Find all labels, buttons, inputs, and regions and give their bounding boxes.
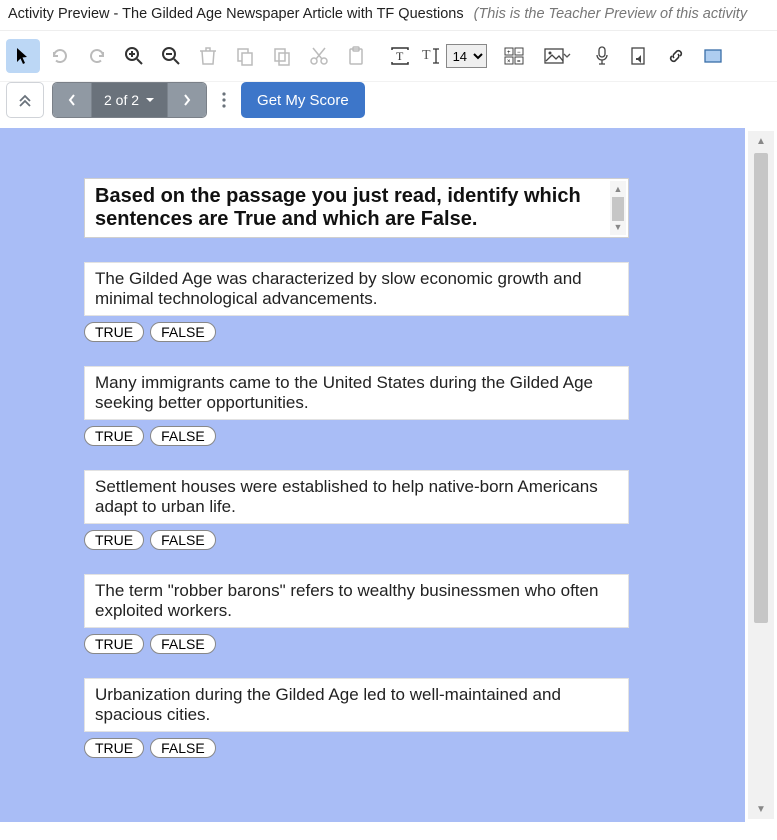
get-my-score-button[interactable]: Get My Score <box>241 82 365 118</box>
clipboard-icon <box>347 46 365 66</box>
image-tool[interactable] <box>541 39 575 73</box>
instructions-text: Based on the passage you just read, iden… <box>95 185 581 230</box>
pager: 2 of 2 <box>52 82 207 118</box>
page-title: Activity Preview - The Gilded Age Newspa… <box>8 6 464 22</box>
text-icon: T <box>422 48 431 64</box>
workspace-container: Based on the passage you just read, iden… <box>0 128 777 822</box>
undo-button[interactable] <box>43 39 77 73</box>
scroll-thumb[interactable] <box>754 153 768 623</box>
more-options-button[interactable] <box>215 90 233 110</box>
scroll-up-arrow[interactable]: ▲ <box>748 131 774 151</box>
instructions-scrollbar[interactable]: ▲ ▼ <box>610 181 626 235</box>
chevron-right-icon <box>182 93 192 107</box>
speaker-page-icon <box>630 46 648 66</box>
equation-icon: +−× = <box>504 47 524 65</box>
page-indicator[interactable]: 2 of 2 <box>92 83 168 117</box>
svg-text:−: − <box>517 50 521 56</box>
microphone-tool[interactable] <box>585 39 619 73</box>
question-block: The term "robber barons" refers to wealt… <box>84 574 629 654</box>
svg-text:=: = <box>517 59 521 65</box>
font-size-select[interactable]: 14 <box>446 44 487 68</box>
chevron-left-icon <box>67 93 77 107</box>
second-toolbar: 2 of 2 Get My Score <box>0 82 777 128</box>
tf-row: TRUE FALSE <box>84 738 629 758</box>
false-button[interactable]: FALSE <box>150 426 216 446</box>
text-tool[interactable]: T <box>420 39 443 73</box>
question-text[interactable]: Urbanization during the Gilded Age led t… <box>84 678 629 732</box>
duplicate-button[interactable] <box>265 39 299 73</box>
true-button[interactable]: TRUE <box>84 530 144 550</box>
zoom-in-button[interactable] <box>117 39 151 73</box>
question-block: Urbanization during the Gilded Age led t… <box>84 678 629 758</box>
microphone-icon <box>594 46 610 66</box>
page-header: Activity Preview - The Gilded Age Newspa… <box>0 0 777 31</box>
double-chevron-up-icon <box>17 92 33 108</box>
paste-button[interactable] <box>339 39 373 73</box>
caret-down-icon <box>145 96 155 104</box>
text-cursor-icon <box>431 47 441 65</box>
image-icon <box>544 48 564 64</box>
question-block: The Gilded Age was characterized by slow… <box>84 262 629 342</box>
workspace-scrollbar[interactable]: ▲ ▼ <box>748 131 774 819</box>
page-label: 2 of 2 <box>104 92 139 108</box>
copy-button[interactable] <box>228 39 262 73</box>
question-text[interactable]: The Gilded Age was characterized by slow… <box>84 262 629 316</box>
zoom-out-icon <box>161 46 181 66</box>
zoom-in-icon <box>124 46 144 66</box>
tf-row: TRUE FALSE <box>84 426 629 446</box>
pointer-tool[interactable] <box>6 39 40 73</box>
true-button[interactable]: TRUE <box>84 634 144 654</box>
question-text[interactable]: Settlement houses were established to he… <box>84 470 629 524</box>
scroll-down-arrow[interactable]: ▼ <box>748 799 774 819</box>
dots-vertical-icon <box>221 91 227 109</box>
cut-button[interactable] <box>302 39 336 73</box>
true-button[interactable]: TRUE <box>84 322 144 342</box>
pointer-icon <box>15 47 31 65</box>
shape-tool[interactable] <box>696 39 730 73</box>
question-block: Many immigrants came to the United State… <box>84 366 629 446</box>
link-icon <box>666 46 686 66</box>
tf-row: TRUE FALSE <box>84 634 629 654</box>
scroll-down-arrow[interactable]: ▼ <box>610 219 626 235</box>
false-button[interactable]: FALSE <box>150 322 216 342</box>
audio-tool[interactable] <box>622 39 656 73</box>
true-button[interactable]: TRUE <box>84 426 144 446</box>
question-text[interactable]: The term "robber barons" refers to wealt… <box>84 574 629 628</box>
redo-icon <box>87 46 107 66</box>
chevron-down-icon <box>562 48 572 64</box>
copy-icon <box>235 46 255 66</box>
duplicate-icon <box>272 46 292 66</box>
tf-row: TRUE FALSE <box>84 322 629 342</box>
true-button[interactable]: TRUE <box>84 738 144 758</box>
question-block: Settlement houses were established to he… <box>84 470 629 550</box>
svg-text:×: × <box>507 59 511 65</box>
zoom-out-button[interactable] <box>154 39 188 73</box>
trash-icon <box>199 46 217 66</box>
equation-tool[interactable]: +−× = <box>497 39 531 73</box>
scroll-thumb[interactable] <box>612 197 624 221</box>
textbox-icon: T <box>390 47 410 65</box>
redo-button[interactable] <box>80 39 114 73</box>
svg-text:T: T <box>396 49 404 63</box>
scissors-icon <box>309 46 329 66</box>
delete-button[interactable] <box>191 39 225 73</box>
instructions-box[interactable]: Based on the passage you just read, iden… <box>84 178 629 238</box>
tf-row: TRUE FALSE <box>84 530 629 550</box>
textbox-tool[interactable]: T <box>383 39 417 73</box>
collapse-button[interactable] <box>6 82 44 118</box>
rectangle-icon <box>703 48 723 64</box>
scroll-up-arrow[interactable]: ▲ <box>610 181 626 197</box>
next-page-button[interactable] <box>168 83 206 117</box>
page-subtitle: (This is the Teacher Preview of this act… <box>474 6 747 22</box>
false-button[interactable]: FALSE <box>150 530 216 550</box>
svg-text:+: + <box>507 50 511 56</box>
link-tool[interactable] <box>659 39 693 73</box>
false-button[interactable]: FALSE <box>150 738 216 758</box>
toolbar: T T 14 +−× = <box>0 31 777 82</box>
false-button[interactable]: FALSE <box>150 634 216 654</box>
prev-page-button[interactable] <box>53 83 92 117</box>
workspace[interactable]: Based on the passage you just read, iden… <box>0 128 745 822</box>
undo-icon <box>50 46 70 66</box>
question-text[interactable]: Many immigrants came to the United State… <box>84 366 629 420</box>
